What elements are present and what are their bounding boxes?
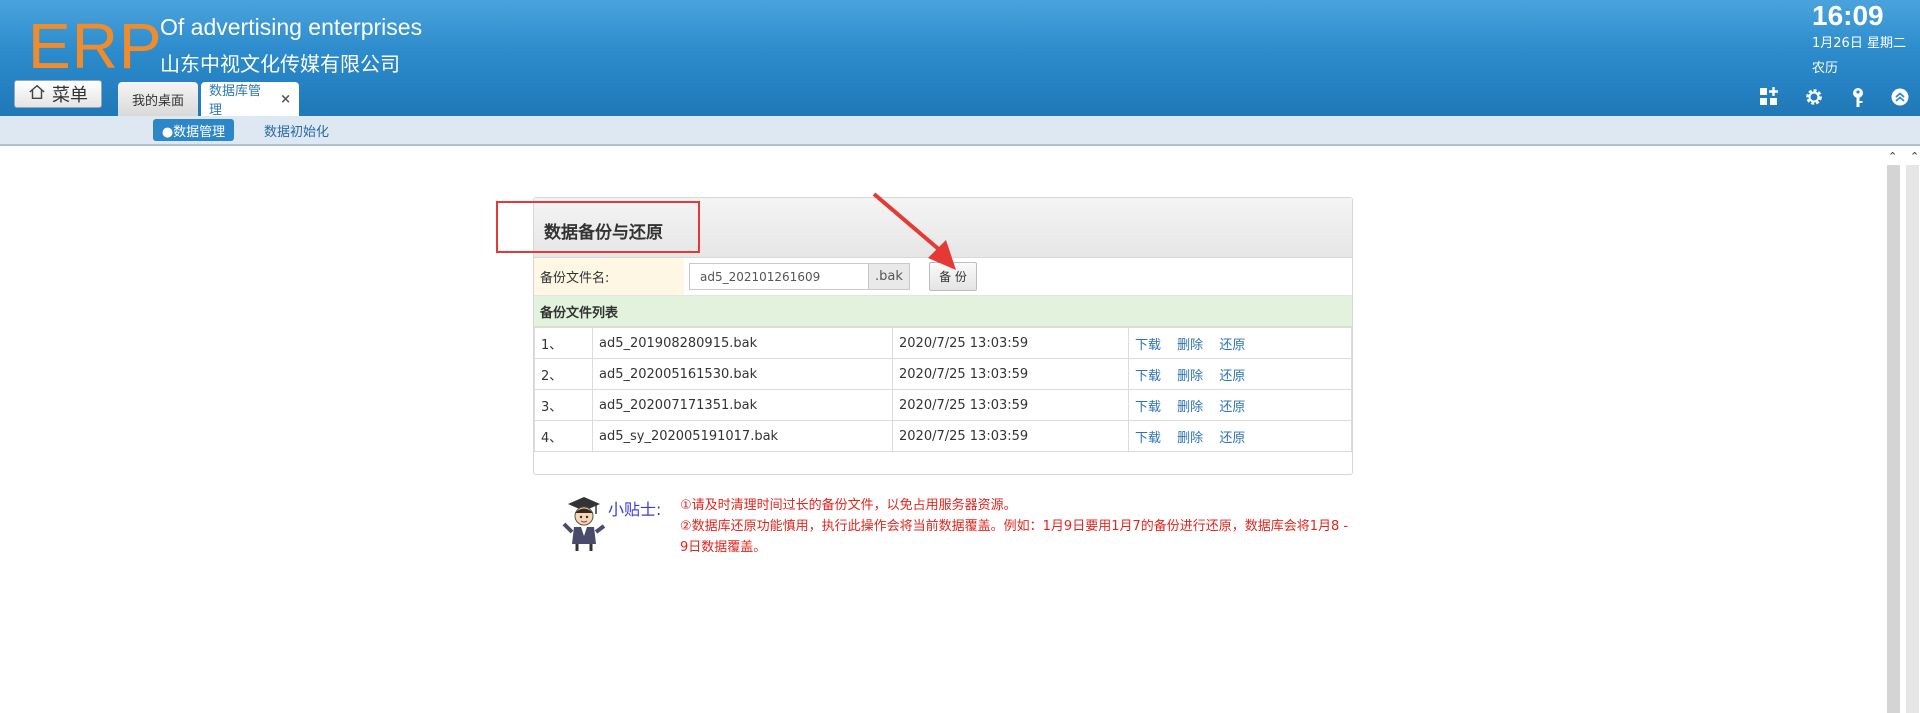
scroll-up-icon[interactable]: ⌃ — [1910, 150, 1919, 163]
download-link[interactable]: 下载 — [1135, 369, 1161, 384]
company-name-en: Of advertising enterprises — [160, 14, 423, 40]
row-time: 2020/7/25 13:03:59 — [892, 358, 1129, 390]
clock-date: 1月26日 星期二 — [1812, 36, 1906, 51]
delete-link[interactable]: 删除 — [1177, 369, 1203, 384]
row-index: 3、 — [534, 389, 593, 421]
table-row: 4、 ad5_sy_202005191017.bak 2020/7/25 13:… — [534, 420, 1352, 452]
menu-button[interactable]: 菜单 — [14, 80, 102, 108]
sub-navigation: ●数据管理 数据初始化 — [0, 116, 1920, 146]
key-icon[interactable] — [1847, 86, 1869, 108]
collapse-up-icon[interactable] — [1889, 86, 1911, 108]
close-icon[interactable]: × — [280, 92, 291, 107]
apps-icon[interactable] — [1758, 86, 1780, 108]
home-icon — [28, 83, 46, 106]
table-row: 1、 ad5_201908280915.bak 2020/7/25 13:03:… — [534, 327, 1352, 359]
scroll-up-icon[interactable]: ⌃ — [1888, 150, 1897, 163]
download-link[interactable]: 下载 — [1135, 431, 1161, 446]
download-link[interactable]: 下载 — [1135, 400, 1161, 415]
company-name-cn: 山东中视文化传媒有限公司 — [160, 52, 400, 76]
tab-label: 我的桌面 — [132, 93, 185, 109]
delete-link[interactable]: 删除 — [1177, 338, 1203, 353]
annotation-arrow-icon — [872, 192, 956, 270]
row-filename: ad5_202007171351.bak — [592, 389, 893, 421]
subnav-item-data-management[interactable]: ●数据管理 — [153, 119, 234, 141]
row-filename: ad5_sy_202005191017.bak — [592, 420, 893, 452]
restore-link[interactable]: 还原 — [1219, 431, 1245, 446]
delete-link[interactable]: 删除 — [1177, 431, 1203, 446]
download-link[interactable]: 下载 — [1135, 338, 1161, 353]
gear-icon[interactable] — [1803, 86, 1825, 108]
row-time: 2020/7/25 13:03:59 — [892, 389, 1129, 421]
app-header: ERP Of advertising enterprises 山东中视文化传媒有… — [0, 0, 1920, 118]
backup-list-header: 备份文件列表 — [534, 296, 1352, 327]
menu-label: 菜单 — [52, 85, 88, 106]
clock-time: 16:09 — [1812, 0, 1884, 31]
row-time: 2020/7/25 13:03:59 — [892, 327, 1129, 359]
backup-file-table: 1、 ad5_201908280915.bak 2020/7/25 13:03:… — [534, 327, 1352, 452]
row-filename: ad5_201908280915.bak — [592, 327, 893, 359]
row-time: 2020/7/25 13:03:59 — [892, 420, 1129, 452]
tip-line-1: ①请及时清理时间过长的备份文件，以免占用服务器资源。 — [680, 498, 1017, 513]
restore-link[interactable]: 还原 — [1219, 369, 1245, 384]
scrollbar-track[interactable] — [1887, 165, 1900, 713]
table-row: 2、 ad5_202005161530.bak 2020/7/25 13:03:… — [534, 358, 1352, 390]
logo: ERP — [28, 10, 163, 82]
tips-label: 小贴士: — [608, 500, 662, 519]
tip-line-2: ②数据库还原功能慎用，执行此操作会将当前数据覆盖。例如：1月9日要用1月7的备份… — [680, 519, 1349, 555]
tab-label: 数据库管理 — [209, 84, 262, 118]
scrollbar-track[interactable] — [1906, 165, 1919, 713]
tab-database-management[interactable]: 数据库管理 × — [201, 82, 299, 118]
row-actions: 下载 删除 还原 — [1128, 389, 1352, 421]
row-index: 2、 — [534, 358, 593, 390]
row-actions: 下载 删除 还原 — [1128, 420, 1352, 452]
backup-filename-input[interactable] — [689, 263, 869, 290]
delete-link[interactable]: 删除 — [1177, 400, 1203, 415]
lunar-calendar-link[interactable]: 农历 — [1812, 57, 1838, 76]
graduate-mascot-icon — [562, 497, 606, 551]
annotation-highlight-box — [496, 201, 700, 253]
restore-link[interactable]: 还原 — [1219, 338, 1245, 353]
backup-filename-label: 备份文件名: — [534, 258, 684, 295]
restore-link[interactable]: 还原 — [1219, 400, 1245, 415]
row-index: 1、 — [534, 327, 593, 359]
table-row: 3、 ad5_202007171351.bak 2020/7/25 13:03:… — [534, 389, 1352, 421]
subnav-item-data-initialization[interactable]: 数据初始化 — [264, 121, 329, 140]
row-actions: 下载 删除 还原 — [1128, 358, 1352, 390]
tips-text: ①请及时清理时间过长的备份文件，以免占用服务器资源。 ②数据库还原功能慎用，执行… — [680, 495, 1350, 558]
row-actions: 下载 删除 还原 — [1128, 327, 1352, 359]
row-index: 4、 — [534, 420, 593, 452]
tab-my-desktop[interactable]: 我的桌面 — [118, 82, 198, 116]
row-filename: ad5_202005161530.bak — [592, 358, 893, 390]
